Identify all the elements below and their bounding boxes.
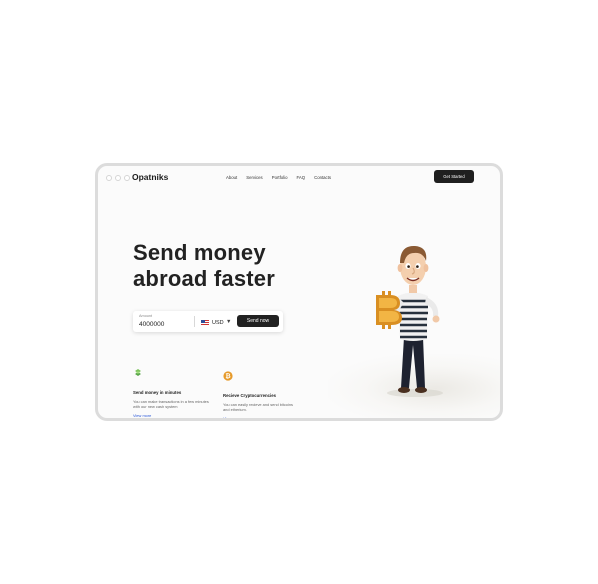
hero-title-line2: abroad faster: [133, 266, 275, 291]
nav-item-services[interactable]: Services: [246, 175, 262, 180]
us-flag-icon: [201, 320, 209, 325]
nav-item-contacts[interactable]: Contacts: [314, 175, 331, 180]
view-more-link[interactable]: View more: [223, 416, 305, 418]
feature-title: Recieve Cryptocurrencies: [223, 393, 277, 398]
money-icon: [135, 369, 141, 376]
send-money-form: Amount 4000000 USD ▼ Send now: [133, 311, 283, 332]
window-controls: [106, 175, 130, 181]
window-minimize-dot[interactable]: [115, 175, 121, 181]
window-close-dot[interactable]: [106, 175, 112, 181]
nav-item-portfolio[interactable]: Portfolio: [272, 175, 288, 180]
browser-window: Opatniks About Services Portfolio FAQ Co…: [95, 163, 503, 421]
feature-send-money: Send money in minutes You can make trans…: [133, 368, 215, 418]
window-maximize-dot[interactable]: [124, 175, 130, 181]
send-now-button[interactable]: Send now: [237, 315, 279, 327]
chevron-down-icon[interactable]: ▼: [226, 319, 231, 325]
feature-text: You can easily recieve and send bitcoins…: [223, 402, 293, 412]
divider: [194, 316, 195, 327]
brand-logo[interactable]: Opatniks: [132, 172, 168, 182]
hero-title: Send money abroad faster: [133, 240, 275, 292]
get-started-button[interactable]: Get Started: [434, 170, 474, 183]
nav-item-faq[interactable]: FAQ: [296, 175, 305, 180]
feature-title: Send money in minutes: [133, 390, 182, 395]
cartoon-man-with-bitcoin-illustration: [376, 245, 443, 397]
hero-title-line1: Send money: [133, 240, 266, 265]
top-navbar: Opatniks About Services Portfolio FAQ Co…: [98, 166, 500, 188]
view-more-link[interactable]: View more: [133, 413, 215, 418]
svg-text:₿: ₿: [225, 372, 230, 380]
currency-select[interactable]: USD: [212, 320, 224, 326]
nav-item-about[interactable]: About: [226, 175, 237, 180]
amount-label: Amount: [139, 314, 153, 318]
main-nav: About Services Portfolio FAQ Contacts: [226, 175, 331, 180]
feature-crypto: ₿ Recieve Cryptocurrencies You can easil…: [223, 371, 305, 418]
bitcoin-icon: ₿: [223, 371, 233, 381]
feature-text: You can make transactions in a few minut…: [133, 399, 209, 409]
amount-input[interactable]: 4000000: [139, 321, 164, 328]
